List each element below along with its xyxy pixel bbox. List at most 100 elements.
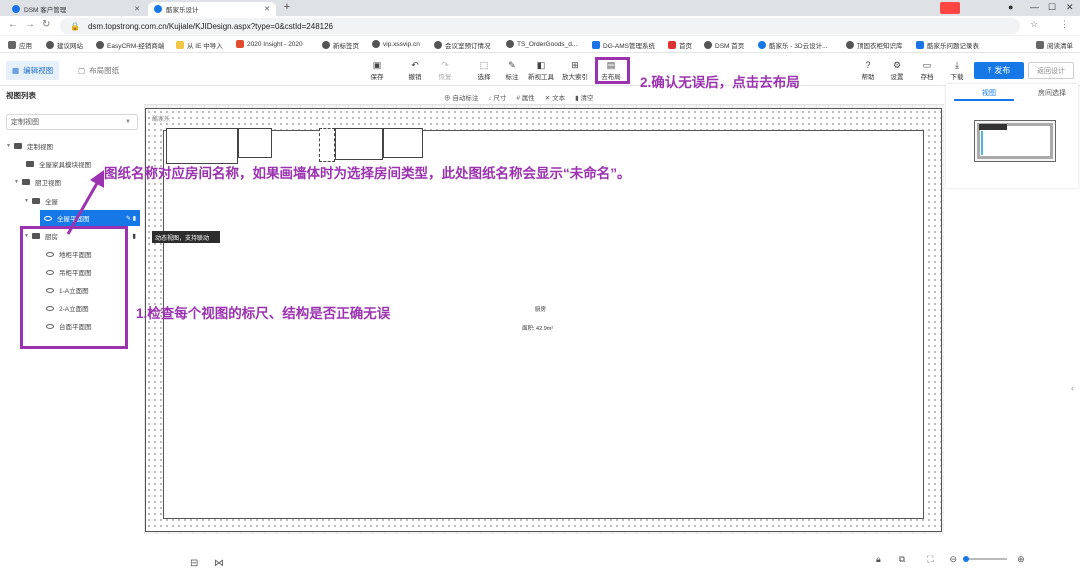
bookmark-item[interactable]: 新标签页: [322, 40, 359, 50]
folder-icon: [32, 198, 40, 204]
lock-icon: 🔒: [70, 21, 80, 31]
minimize-icon[interactable]: —: [1030, 2, 1039, 12]
layout-icon: ▢: [78, 66, 86, 75]
save-icon: ▣: [372, 60, 382, 70]
view-icon: ◧: [536, 60, 546, 70]
chevron-down-icon: ▼: [125, 119, 131, 125]
new-tab-button[interactable]: +: [280, 2, 294, 14]
canvas-bottom-bar: ⊟ ⋈: [144, 534, 944, 569]
minimap[interactable]: [974, 120, 1056, 162]
active-tab-indicator: [954, 99, 1014, 101]
reload-icon[interactable]: ↻: [42, 19, 50, 30]
room-area-label: 面积: 42.9m²: [522, 326, 554, 332]
bookmark-item[interactable]: 2020 Insight - 2020: [236, 40, 303, 48]
bookmark-item[interactable]: 顶固衣柜知识库: [846, 40, 903, 50]
kujiale-favicon-icon: [154, 5, 162, 13]
annotation-arrow-icon: [66, 170, 104, 235]
expand-icon[interactable]: ⋈: [214, 558, 224, 569]
red-extension-icon[interactable]: [940, 2, 960, 14]
lock-icon[interactable]: 🔒︎: [876, 554, 881, 565]
settings-button[interactable]: ⚙ 设置: [882, 59, 912, 83]
archive-icon: ▭: [922, 60, 932, 70]
zoom-in-icon[interactable]: ⊕: [1017, 554, 1025, 565]
bookmark-item[interactable]: 首页: [668, 40, 692, 50]
close-tab-icon[interactable]: ✕: [134, 5, 140, 13]
save-button[interactable]: ▣ 保存: [362, 59, 392, 83]
tab-room-select[interactable]: 房间选择: [1038, 88, 1066, 98]
text-tool[interactable]: ✕ 文本: [545, 92, 565, 102]
collapse-panel-icon[interactable]: ‹: [1071, 383, 1074, 393]
app-toolbar: ▦ 编辑视图 ▢ 布局图纸 ▣ 保存 ↶ 撤销 ↷ 恢复 ⬚ 选择 ✎ 标注 ◧ 新视工具 ⊞ 放…: [0, 56, 1080, 86]
browser-tab-dsm[interactable]: DSM 客户管理 ✕: [6, 2, 146, 16]
view-list-title: 视图列表: [6, 91, 36, 100]
help-button[interactable]: ? 帮助: [853, 59, 883, 83]
annotation-box-views: [20, 226, 128, 349]
upload-icon: ⤒: [987, 65, 992, 75]
menu-icon[interactable]: ⋮: [1060, 19, 1069, 30]
bookmarks-bar: 应用 建议网站 EasyCRM-经销商端 从 IE 中导入 2020 Insig…: [0, 36, 1080, 53]
zoom-controls: 🔒︎ ⧉ ⛶ ⊖ ⊕: [864, 550, 1080, 568]
grid-icon: ▦: [12, 66, 20, 75]
bookmark-item[interactable]: TS_OrderGoods_d...: [506, 40, 577, 48]
zoom-index-button[interactable]: ⊞ 放大索引: [560, 59, 590, 83]
bookmark-item[interactable]: 建议网站: [46, 40, 83, 50]
fit-screen-icon[interactable]: ⛶: [927, 554, 933, 565]
node-actions-icon: ✎ ▮: [126, 215, 136, 222]
redo-button[interactable]: ↷ 恢复: [430, 59, 460, 83]
zoom-out-icon[interactable]: ⊖: [950, 554, 958, 565]
archive-button[interactable]: ▭ 存档: [912, 59, 942, 83]
bookmark-item[interactable]: 从 IE 中导入: [176, 40, 223, 50]
clear-tool[interactable]: ▮ 清空: [575, 92, 593, 102]
browser-tab-kujiale[interactable]: 酷家乐设计 ✕: [148, 2, 276, 16]
copy-icon[interactable]: ⧉: [899, 554, 905, 565]
back-icon[interactable]: ←: [8, 19, 18, 30]
tab-view[interactable]: 视图: [982, 88, 996, 98]
dimension-tool[interactable]: ↕ 尺寸: [488, 92, 506, 102]
dsm-favicon-icon: [12, 5, 20, 13]
maximize-icon[interactable]: ☐: [1048, 2, 1056, 13]
cursor-icon: ⬚: [479, 60, 489, 70]
bookmark-item[interactable]: EasyCRM-经销商端: [96, 40, 164, 50]
forward-icon[interactable]: →: [25, 19, 35, 30]
close-tab-icon[interactable]: ✕: [264, 5, 270, 13]
bookmark-item[interactable]: 酷家乐问题记录表: [916, 40, 979, 50]
bookmark-item[interactable]: DSM 首页: [704, 40, 744, 50]
bookmark-apps[interactable]: 应用: [8, 40, 32, 50]
publish-button[interactable]: ⤒ 发布: [974, 62, 1024, 79]
download-icon: ⤓: [955, 60, 959, 70]
close-window-icon[interactable]: ✕: [1066, 2, 1074, 13]
back-to-design-button[interactable]: 返回设计: [1028, 62, 1074, 79]
download-button[interactable]: ⤓ 下载: [942, 59, 972, 83]
minimap-panel: 视图 房间选择: [946, 84, 1078, 188]
eye-icon: [44, 215, 52, 221]
annotation-note: 图纸名称对应房间名称，如果画墙体时为选择房间类型，此处图纸名称会显示“未命名”。: [104, 166, 631, 181]
save-view-icon[interactable]: ⊟: [190, 558, 198, 569]
property-tool[interactable]: # 属性: [516, 92, 534, 102]
reading-list[interactable]: 阅读清单: [1036, 40, 1073, 50]
undo-button[interactable]: ↶ 撤销: [400, 59, 430, 83]
help-icon: ?: [865, 60, 871, 70]
star-icon[interactable]: ☆: [1030, 19, 1038, 30]
delete-icon: ▮: [132, 233, 136, 240]
undo-icon: ↶: [411, 60, 419, 70]
auto-annotate-tool[interactable]: ⊕ 自动标注: [444, 92, 478, 102]
view-type-select[interactable]: 定制视图 ▼: [6, 114, 138, 130]
select-button[interactable]: ⬚ 选择: [469, 59, 499, 83]
tree-node-custom-view[interactable]: ▼ 定制视图: [6, 138, 53, 154]
tab-edit-view[interactable]: ▦ 编辑视图: [6, 61, 60, 80]
new-view-tool-button[interactable]: ◧ 新视工具: [526, 59, 556, 83]
annotate-button[interactable]: ✎ 标注: [497, 59, 527, 83]
tree-node-kitchen-bath[interactable]: ▼ 厨卫视图: [14, 174, 61, 190]
profile-icon[interactable]: ●: [1008, 2, 1013, 12]
gear-icon: ⚙: [892, 60, 902, 70]
tab-layout-drawing[interactable]: ▢ 布局图纸: [72, 61, 125, 80]
bookmark-item[interactable]: 会议室预订情况: [434, 40, 491, 50]
bookmark-item[interactable]: 酷家乐 - 3D云设计...: [758, 40, 828, 50]
bookmark-item[interactable]: DG-AMS管理系统: [592, 40, 655, 50]
url-input[interactable]: 🔒 dsm.topstrong.com.cn/Kujiale/KJIDesign.…: [60, 18, 1020, 34]
bookmark-item[interactable]: vip.xssvip.cn: [372, 40, 420, 48]
tree-node-whole-house[interactable]: ▼ 全屋: [24, 193, 58, 209]
fixture-cabinet: [166, 128, 238, 164]
zoom-index-icon: ⊞: [571, 60, 579, 70]
zoom-slider[interactable]: [963, 556, 1008, 562]
